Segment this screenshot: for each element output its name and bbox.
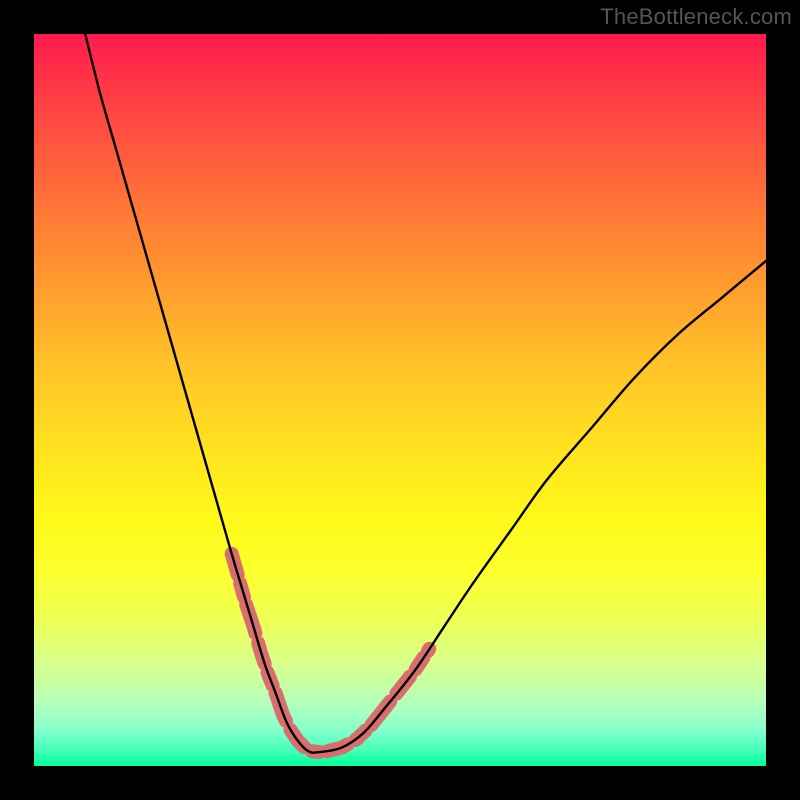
series-highlight-right (327, 649, 429, 751)
chart-svg (34, 34, 766, 766)
chart-plot-area (34, 34, 766, 766)
attribution-text: TheBottleneck.com (600, 4, 792, 30)
series-highlight-left (232, 554, 320, 752)
